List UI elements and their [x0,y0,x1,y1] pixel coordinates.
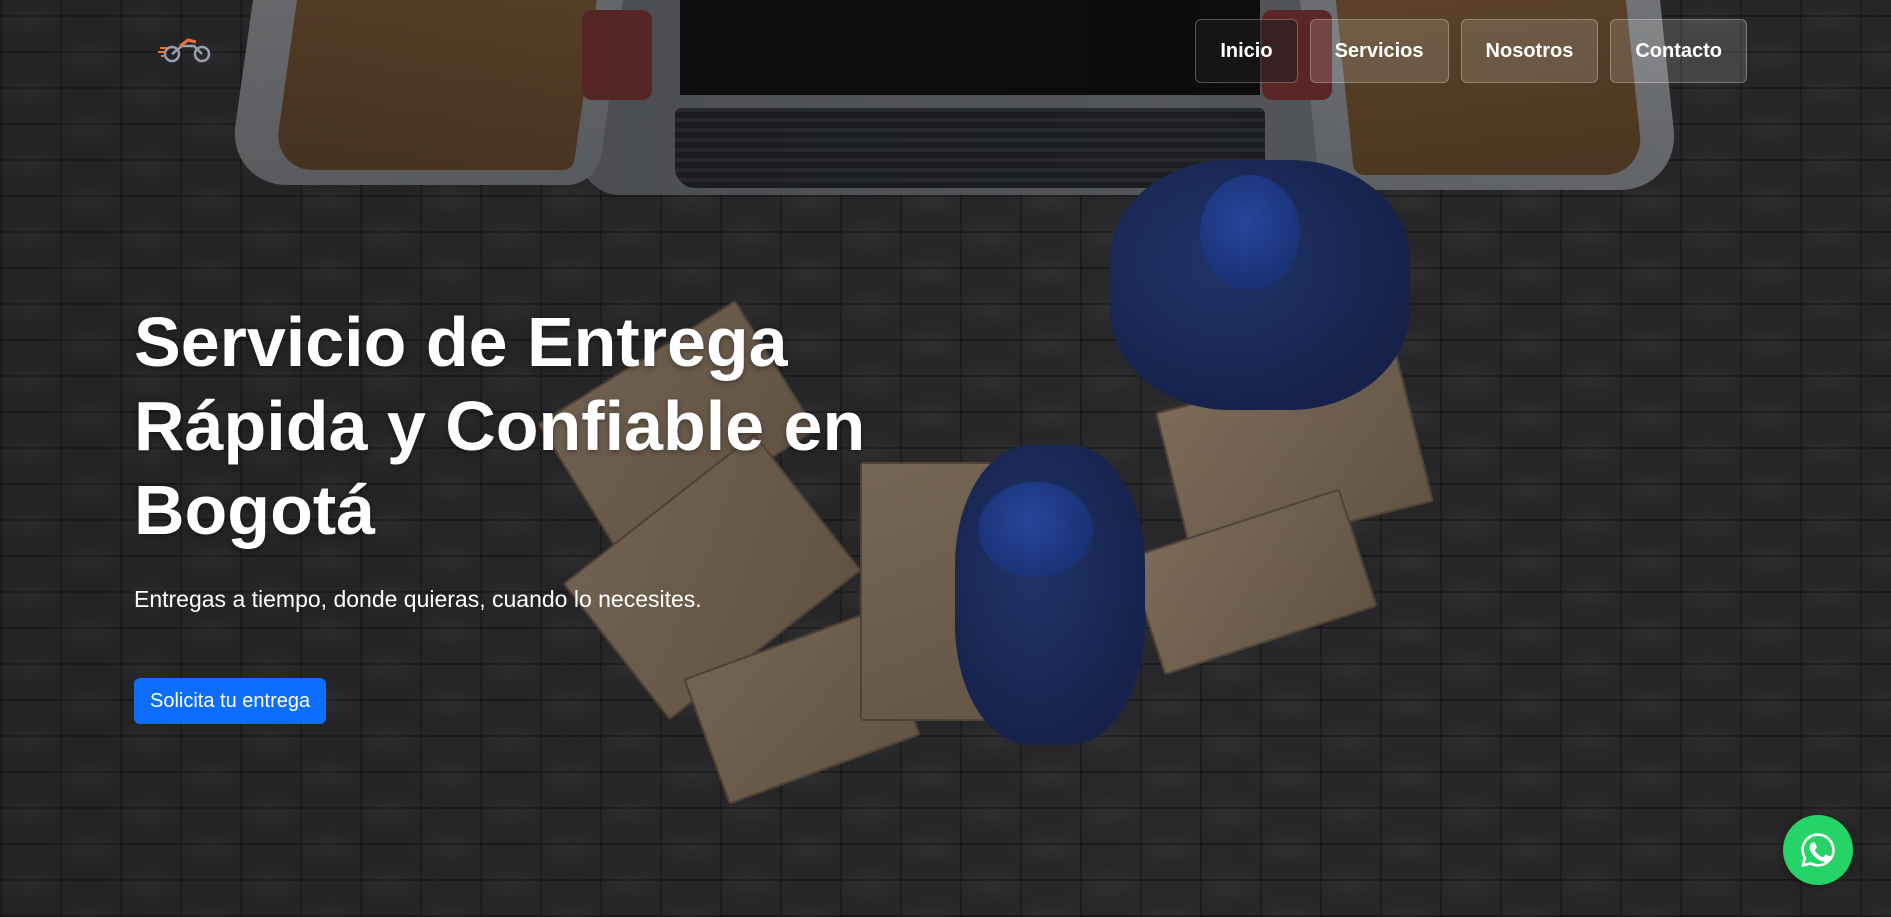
whatsapp-icon [1801,833,1835,867]
nav-link-inicio[interactable]: Inicio [1195,19,1298,83]
brand-logo[interactable] [158,36,216,66]
request-delivery-button[interactable]: Solicita tu entrega [134,678,327,724]
hero-title-line: Servicio de Entrega [134,303,788,381]
hero-content: Servicio de Entrega Rápida y Confiable e… [134,300,894,724]
hero-title: Servicio de Entrega Rápida y Confiable e… [134,300,894,552]
nav-link-nosotros[interactable]: Nosotros [1460,19,1599,83]
hero-title-line: Rápida y Confiable en [134,387,866,465]
hero-section: Inicio Servicios Nosotros Contacto Servi… [0,0,1891,917]
hero-subtitle: Entregas a tiempo, donde quieras, cuando… [134,586,702,612]
main-navigation: Inicio Servicios Nosotros Contacto [1195,19,1747,83]
hero-title-line: Bogotá [134,471,376,549]
whatsapp-button[interactable] [1783,815,1853,885]
nav-link-servicios[interactable]: Servicios [1309,19,1449,83]
motorcycle-icon [158,38,211,63]
nav-link-contacto[interactable]: Contacto [1610,19,1747,83]
